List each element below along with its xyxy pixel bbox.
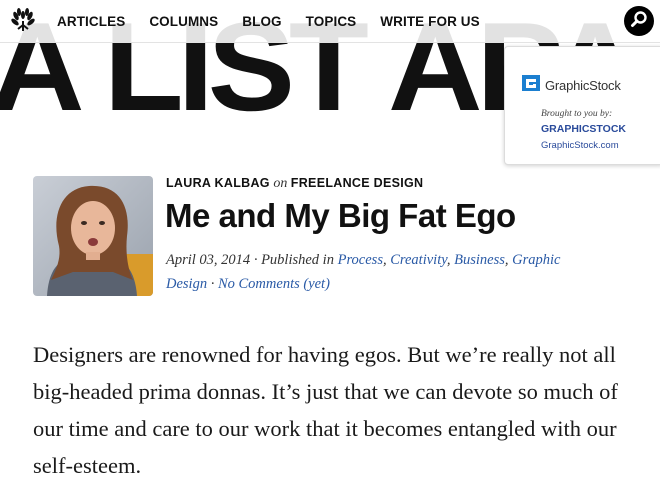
- topic-link-creativity[interactable]: Creativity: [390, 252, 447, 268]
- article-meta: April 03, 2014 · Published in Process, C…: [166, 252, 561, 292]
- author-avatar[interactable]: [33, 176, 153, 296]
- graphicstock-logo-icon: [520, 73, 542, 98]
- graphicstock-logo-text: GraphicStock: [545, 78, 621, 93]
- search-icon: [630, 10, 648, 33]
- search-button[interactable]: [624, 6, 654, 36]
- nav-blog[interactable]: BLOG: [242, 14, 281, 29]
- nav-articles[interactable]: ARTICLES: [57, 14, 125, 29]
- nav-write-for-us[interactable]: WRITE FOR US: [380, 14, 479, 29]
- sponsor-url-link[interactable]: GraphicStock.com: [541, 140, 619, 151]
- article-title: Me and My Big Fat Ego: [165, 197, 516, 234]
- author-link[interactable]: LAURA KALBAG: [166, 176, 270, 190]
- sponsor-label: Brought to you by:: [541, 109, 613, 119]
- publish-date: April 03, 2014: [166, 252, 251, 268]
- sponsor-card[interactable]: GraphicStock Brought to you by: GRAPHICS…: [504, 46, 660, 165]
- nav-columns[interactable]: COLUMNS: [149, 14, 218, 29]
- byline-on: on: [273, 176, 288, 191]
- top-nav: ARTICLES COLUMNS BLOG TOPICS WRITE FOR U…: [0, 0, 660, 43]
- laurel-logo-icon[interactable]: [10, 7, 36, 33]
- topic-link-business[interactable]: Business: [454, 252, 505, 268]
- sponsor-name-link[interactable]: GRAPHICSTOCK: [541, 123, 626, 135]
- article-intro: Designers are renowned for having egos. …: [33, 342, 618, 478]
- topic-link-process[interactable]: Process: [338, 252, 383, 268]
- graphicstock-logo[interactable]: GraphicStock: [520, 73, 621, 98]
- comments-link[interactable]: No Comments (yet): [218, 276, 330, 292]
- published-in-label: Published in: [261, 252, 334, 268]
- byline: LAURA KALBAG on FREELANCE DESIGN: [166, 176, 423, 192]
- category-link[interactable]: FREELANCE DESIGN: [291, 176, 424, 190]
- nav-topics[interactable]: TOPICS: [306, 14, 357, 29]
